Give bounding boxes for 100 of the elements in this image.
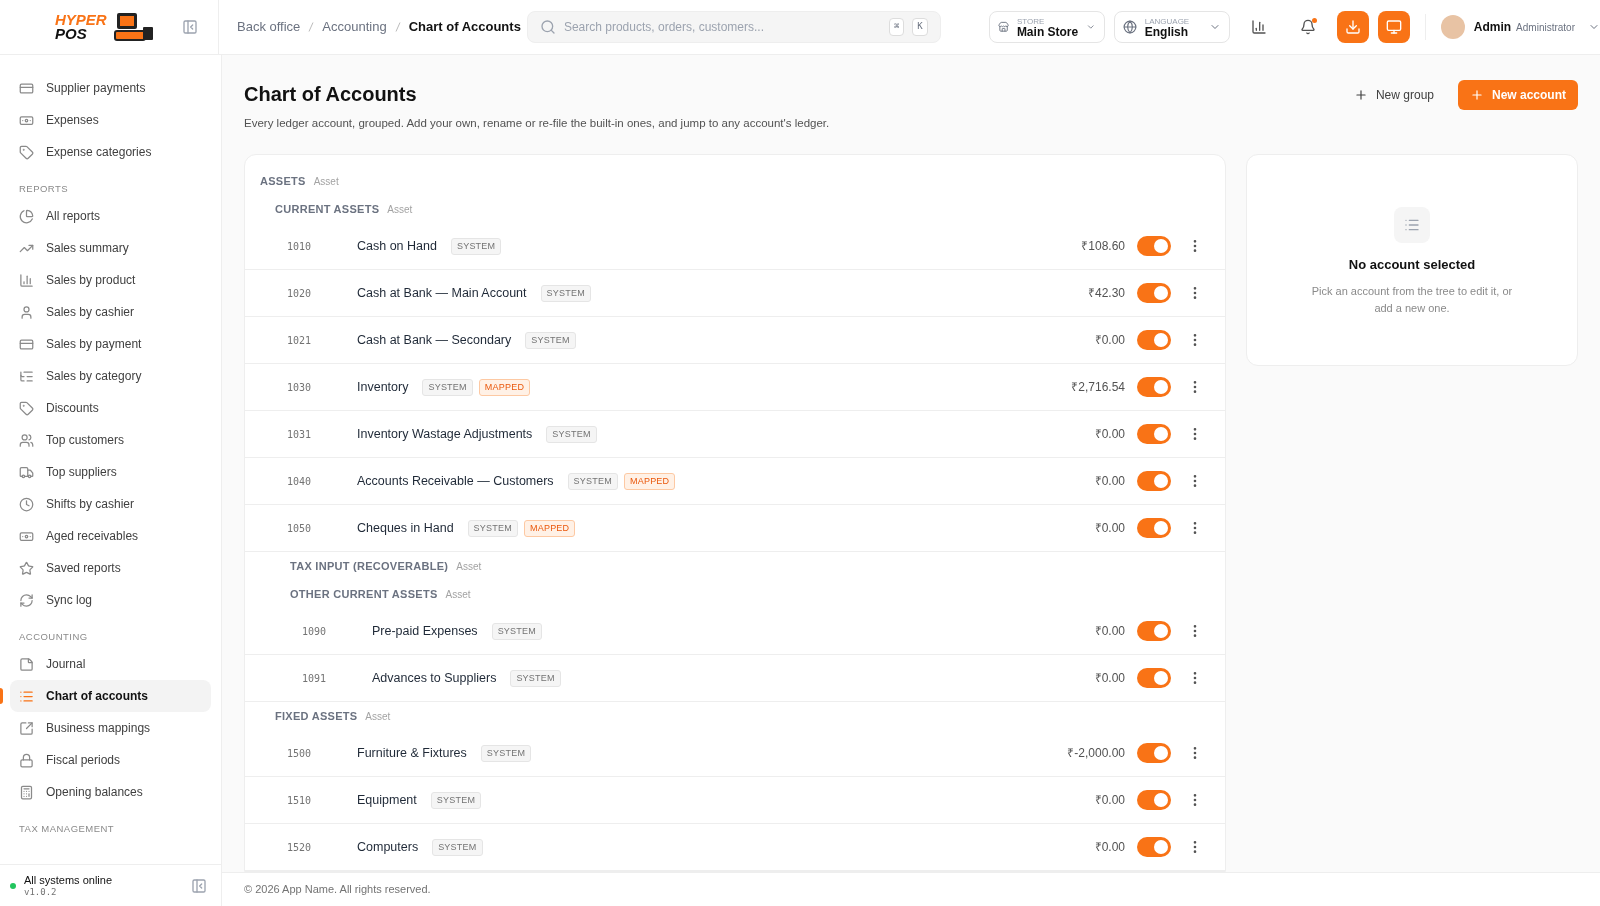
- sidebar-item[interactable]: Sales by category: [10, 360, 211, 392]
- active-toggle[interactable]: [1137, 330, 1171, 351]
- new-group-button[interactable]: New group: [1341, 80, 1446, 110]
- account-name[interactable]: Cash at Bank — Main Account: [357, 283, 527, 303]
- breadcrumb-link[interactable]: Accounting: [322, 17, 387, 37]
- sidebar-item[interactable]: Business mappings: [10, 712, 211, 744]
- note-icon: [19, 656, 34, 672]
- active-toggle[interactable]: [1137, 790, 1171, 811]
- account-balance: ₹-2,000.00: [1067, 745, 1125, 763]
- star-icon: [19, 560, 34, 576]
- sidebar-item[interactable]: Sync log: [10, 584, 211, 616]
- notifications-button[interactable]: [1299, 19, 1316, 35]
- language-selector[interactable]: LANGUAGE English: [1113, 11, 1230, 43]
- account-name[interactable]: Computers: [357, 837, 419, 857]
- account-name[interactable]: Accounts Receivable — Customers: [357, 471, 554, 491]
- sidebar-item[interactable]: Top suppliers: [10, 456, 211, 488]
- account-tag: SYSTEM: [422, 378, 473, 396]
- account-name[interactable]: Inventory Wastage Adjustments: [357, 424, 533, 444]
- store-selector[interactable]: STORE Main Store: [988, 11, 1105, 43]
- account-name[interactable]: Cash at Bank — Secondary: [357, 330, 512, 350]
- logo: HYPER POS: [55, 11, 155, 43]
- search-icon: [539, 19, 556, 35]
- collapse-sidebar-icon[interactable]: [191, 877, 207, 894]
- account-code: 1091: [302, 671, 328, 686]
- sidebar-item[interactable]: Saved reports: [10, 552, 211, 584]
- bar-chart-icon[interactable]: [1250, 19, 1267, 35]
- active-toggle[interactable]: [1137, 837, 1171, 858]
- account-tag: MAPPED: [478, 378, 531, 396]
- sidebar-item[interactable]: Supplier payments: [10, 72, 211, 104]
- sidebar-item[interactable]: Journal: [10, 648, 211, 680]
- calculator-icon: [19, 784, 34, 800]
- account-balance: ₹2,716.54: [1071, 379, 1125, 397]
- section-title: REPORTS: [18, 181, 70, 196]
- monitor-icon: [1385, 19, 1402, 35]
- sidebar-item[interactable]: Expenses: [10, 104, 211, 136]
- active-toggle[interactable]: [1137, 377, 1171, 398]
- empty-text: Pick an account from the tree to edit it, or add a new one.: [1310, 283, 1514, 316]
- account-tag: SYSTEM: [540, 284, 591, 302]
- person-icon: [19, 304, 34, 320]
- account-name[interactable]: Cash on Hand: [357, 236, 437, 256]
- group-title: ASSETS: [260, 174, 306, 190]
- group-type: Asset: [387, 203, 413, 218]
- search-bar[interactable]: Search products, orders, customers... ⌘ K: [526, 11, 941, 43]
- shortcut-key: K: [912, 18, 928, 36]
- account-tag: MAPPED: [523, 519, 576, 537]
- sidebar-item[interactable]: Aged receivables: [10, 520, 211, 552]
- account-balance: ₹0.00: [1094, 473, 1125, 491]
- active-toggle[interactable]: [1137, 424, 1171, 445]
- account-name[interactable]: Furniture & Fixtures: [357, 743, 467, 763]
- active-toggle[interactable]: [1137, 743, 1171, 764]
- account-tag: SYSTEM: [432, 838, 483, 856]
- sidebar-item[interactable]: Shifts by cashier: [10, 488, 211, 520]
- user-role: Administrator: [1516, 20, 1575, 35]
- active-toggle[interactable]: [1137, 518, 1171, 539]
- account-name[interactable]: Pre-paid Expenses: [372, 621, 478, 641]
- bar-chart-icon: [19, 272, 34, 288]
- active-toggle[interactable]: [1137, 283, 1171, 304]
- sidebar-item[interactable]: Chart of accounts: [10, 680, 211, 712]
- breadcrumb-link[interactable]: Back office: [237, 17, 301, 37]
- account-name[interactable]: Inventory: [357, 377, 409, 397]
- sidebar-item[interactable]: Sales by payment: [10, 328, 211, 360]
- page-title: Chart of Accounts: [244, 82, 418, 107]
- group-type: Asset: [445, 588, 471, 603]
- account-balance: ₹0.00: [1094, 520, 1125, 538]
- sidebar-item[interactable]: Top customers: [10, 424, 211, 456]
- sidebar-item[interactable]: All reports: [10, 200, 211, 232]
- active-toggle[interactable]: [1137, 668, 1171, 689]
- collapse-sidebar-icon[interactable]: [182, 19, 198, 35]
- group-title: CURRENT ASSETS: [275, 202, 380, 218]
- search-field[interactable]: Search products, orders, customers...: [563, 18, 881, 36]
- group-title: OTHER CURRENT ASSETS: [290, 587, 438, 603]
- account-code: 1500: [287, 746, 313, 761]
- active-toggle[interactable]: [1137, 471, 1171, 492]
- sidebar-item[interactable]: Sales summary: [10, 232, 211, 264]
- active-toggle[interactable]: [1137, 621, 1171, 642]
- avatar[interactable]: [1440, 15, 1465, 39]
- account-code: 1031: [287, 427, 313, 442]
- account-code: 1020: [287, 286, 313, 301]
- breadcrumb-link[interactable]: Chart of Accounts: [408, 17, 521, 37]
- group-type: Asset: [313, 175, 339, 190]
- slash-icon: [308, 22, 315, 32]
- shortcut-key: ⌘: [888, 18, 905, 36]
- sidebar-item[interactable]: Fiscal periods: [10, 744, 211, 776]
- sidebar-item[interactable]: Sales by cashier: [10, 296, 211, 328]
- refresh-icon: [19, 592, 34, 608]
- active-toggle[interactable]: [1137, 236, 1171, 257]
- account-name[interactable]: Advances to Suppliers: [372, 668, 497, 688]
- account-name[interactable]: Cheques in Hand: [357, 518, 454, 538]
- sidebar-item[interactable]: Sales by product: [10, 264, 211, 296]
- account-balance: ₹0.00: [1094, 792, 1125, 810]
- download-button[interactable]: [1336, 11, 1369, 43]
- display-button[interactable]: [1377, 11, 1410, 43]
- sidebar-item[interactable]: Discounts: [10, 392, 211, 424]
- account-tag: SYSTEM: [567, 472, 618, 490]
- sidebar-item[interactable]: Opening balances: [10, 776, 211, 808]
- sidebar-item[interactable]: Expense categories: [10, 136, 211, 168]
- plus-icon: [1470, 88, 1484, 102]
- account-code: 1510: [287, 793, 313, 808]
- account-balance: ₹0.00: [1094, 839, 1125, 857]
- account-name[interactable]: Equipment: [357, 790, 417, 810]
